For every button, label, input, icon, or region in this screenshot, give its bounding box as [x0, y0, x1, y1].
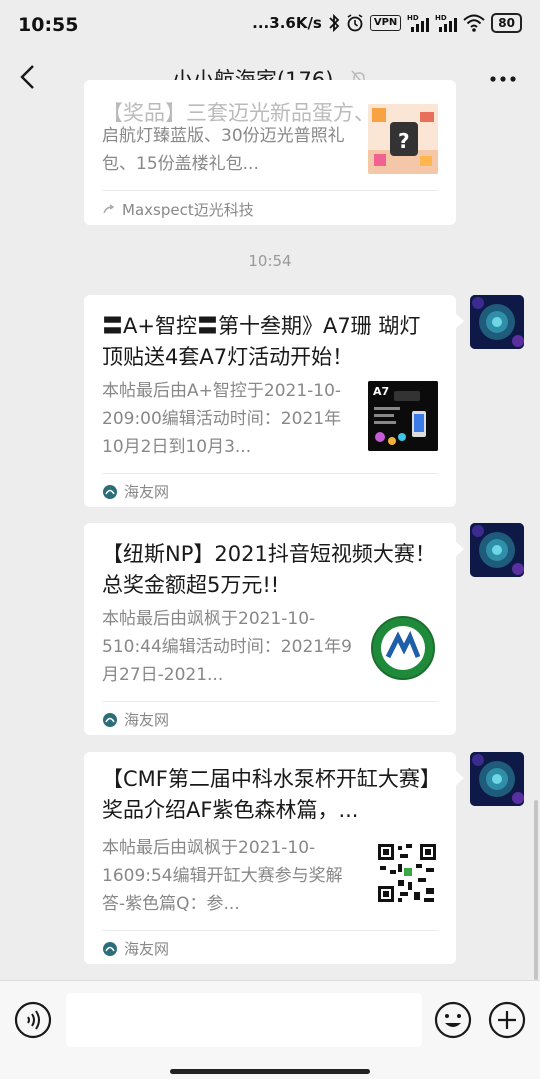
haiyou-logo-icon	[103, 941, 117, 956]
home-indicator	[170, 1069, 370, 1074]
source-name: 海友网	[124, 483, 170, 501]
coral-avatar-image	[470, 295, 524, 349]
bubble-tail	[455, 770, 464, 786]
message-card[interactable]: 【CMF第二届中科水泵杯开缸大赛】奖品介绍AF紫色森林篇，... 本帖最后由飒枫…	[84, 752, 464, 964]
card-description: 本帖最后由A+智控于2021-10-209:00编辑活动时间：2021年10月2…	[102, 381, 342, 457]
signal-hd-icon: HD	[407, 14, 430, 32]
voice-icon[interactable]	[14, 1001, 52, 1039]
status-bar: 10:55 ...3.6K/s VPN HD HD 80	[0, 0, 540, 50]
bluetooth-icon	[329, 13, 340, 33]
card-source: Maxspect迈光科技	[102, 199, 254, 220]
bubble-tail	[455, 313, 464, 329]
wifi-icon	[463, 14, 485, 32]
alarm-icon	[347, 14, 363, 32]
miniprogram-icon	[103, 203, 115, 213]
card-divider	[102, 190, 438, 191]
haiyou-logo-icon	[103, 712, 117, 727]
svg-text:HD: HD	[435, 14, 447, 22]
coral-avatar-image	[470, 752, 524, 806]
card-thumbnail: ?	[368, 104, 438, 174]
card-thumbnail: A7	[368, 381, 438, 451]
plus-icon[interactable]	[488, 1001, 526, 1039]
card-description: 本帖最后由飒枫于2021-10-1609:54编辑开缸大赛参与奖解答-紫色篇Q：…	[102, 838, 343, 914]
message-card[interactable]: 【奖品】三套迈光新品蛋方、 启航灯臻蓝版、30份迈光普照礼包、15份盖楼礼包..…	[84, 80, 456, 225]
message-card[interactable]: 【纽斯NP】2021抖音短视频大赛！总奖金额超5万元!! 本帖最后由飒枫于202…	[84, 523, 464, 735]
battery-indicator: 80	[491, 13, 522, 33]
card-title: 【CMF第二届中科水泵杯开缸大赛】奖品介绍AF紫色森林篇，...	[102, 767, 431, 822]
coral-avatar-image	[470, 523, 524, 577]
card-description: 启航灯臻蓝版、30份迈光普照礼包、15份盖楼礼包...	[102, 126, 345, 174]
message-input[interactable]	[66, 993, 422, 1047]
input-bar	[0, 980, 540, 1079]
card-title: 〓A+智控〓第十叁期》A7珊 瑚灯顶贴送4套A7灯活动开始！	[102, 314, 421, 369]
network-speed: ...3.6K/s	[252, 14, 322, 32]
source-name: 海友网	[124, 711, 170, 729]
status-time: 10:55	[18, 14, 79, 36]
qr-code-image	[376, 842, 438, 904]
card-thumbnail	[368, 613, 438, 683]
svg-text:HD: HD	[407, 14, 419, 22]
more-dots-icon[interactable]	[488, 64, 518, 94]
card-divider	[102, 473, 438, 474]
card-thumbnail	[376, 842, 438, 904]
gift-box-image: ?	[368, 104, 438, 174]
avatar[interactable]	[470, 523, 524, 577]
avatar[interactable]	[470, 295, 524, 349]
avatar[interactable]	[470, 752, 524, 806]
a7-lamp-image: A7	[368, 381, 438, 451]
thumb-label: A7	[373, 385, 389, 398]
np-logo-image	[371, 616, 435, 680]
source-name: Maxspect迈光科技	[122, 201, 254, 219]
card-source: 海友网	[102, 938, 169, 959]
status-icons: ...3.6K/s VPN HD HD 80	[252, 13, 522, 33]
source-name: 海友网	[124, 940, 170, 958]
haiyou-logo-icon	[103, 484, 117, 499]
emoji-icon[interactable]	[434, 1001, 472, 1039]
card-source: 海友网	[102, 709, 169, 730]
svg-text:?: ?	[398, 129, 410, 153]
card-description: 本帖最后由飒枫于2021-10-510:44编辑活动时间：2021年9月27日-…	[102, 609, 352, 685]
card-source: 海友网	[102, 481, 169, 502]
bubble-tail	[455, 541, 464, 557]
signal-hd-icon: HD	[435, 14, 458, 32]
message-card[interactable]: 〓A+智控〓第十叁期》A7珊 瑚灯顶贴送4套A7灯活动开始！ 本帖最后由A+智控…	[84, 295, 464, 507]
card-divider	[102, 930, 438, 931]
vpn-badge: VPN	[369, 15, 402, 31]
card-title: 【纽斯NP】2021抖音短视频大赛！总奖金额超5万元!!	[102, 542, 436, 597]
message-timestamp: 10:54	[248, 252, 292, 270]
scrollbar[interactable]	[534, 800, 538, 980]
card-divider	[102, 701, 438, 702]
